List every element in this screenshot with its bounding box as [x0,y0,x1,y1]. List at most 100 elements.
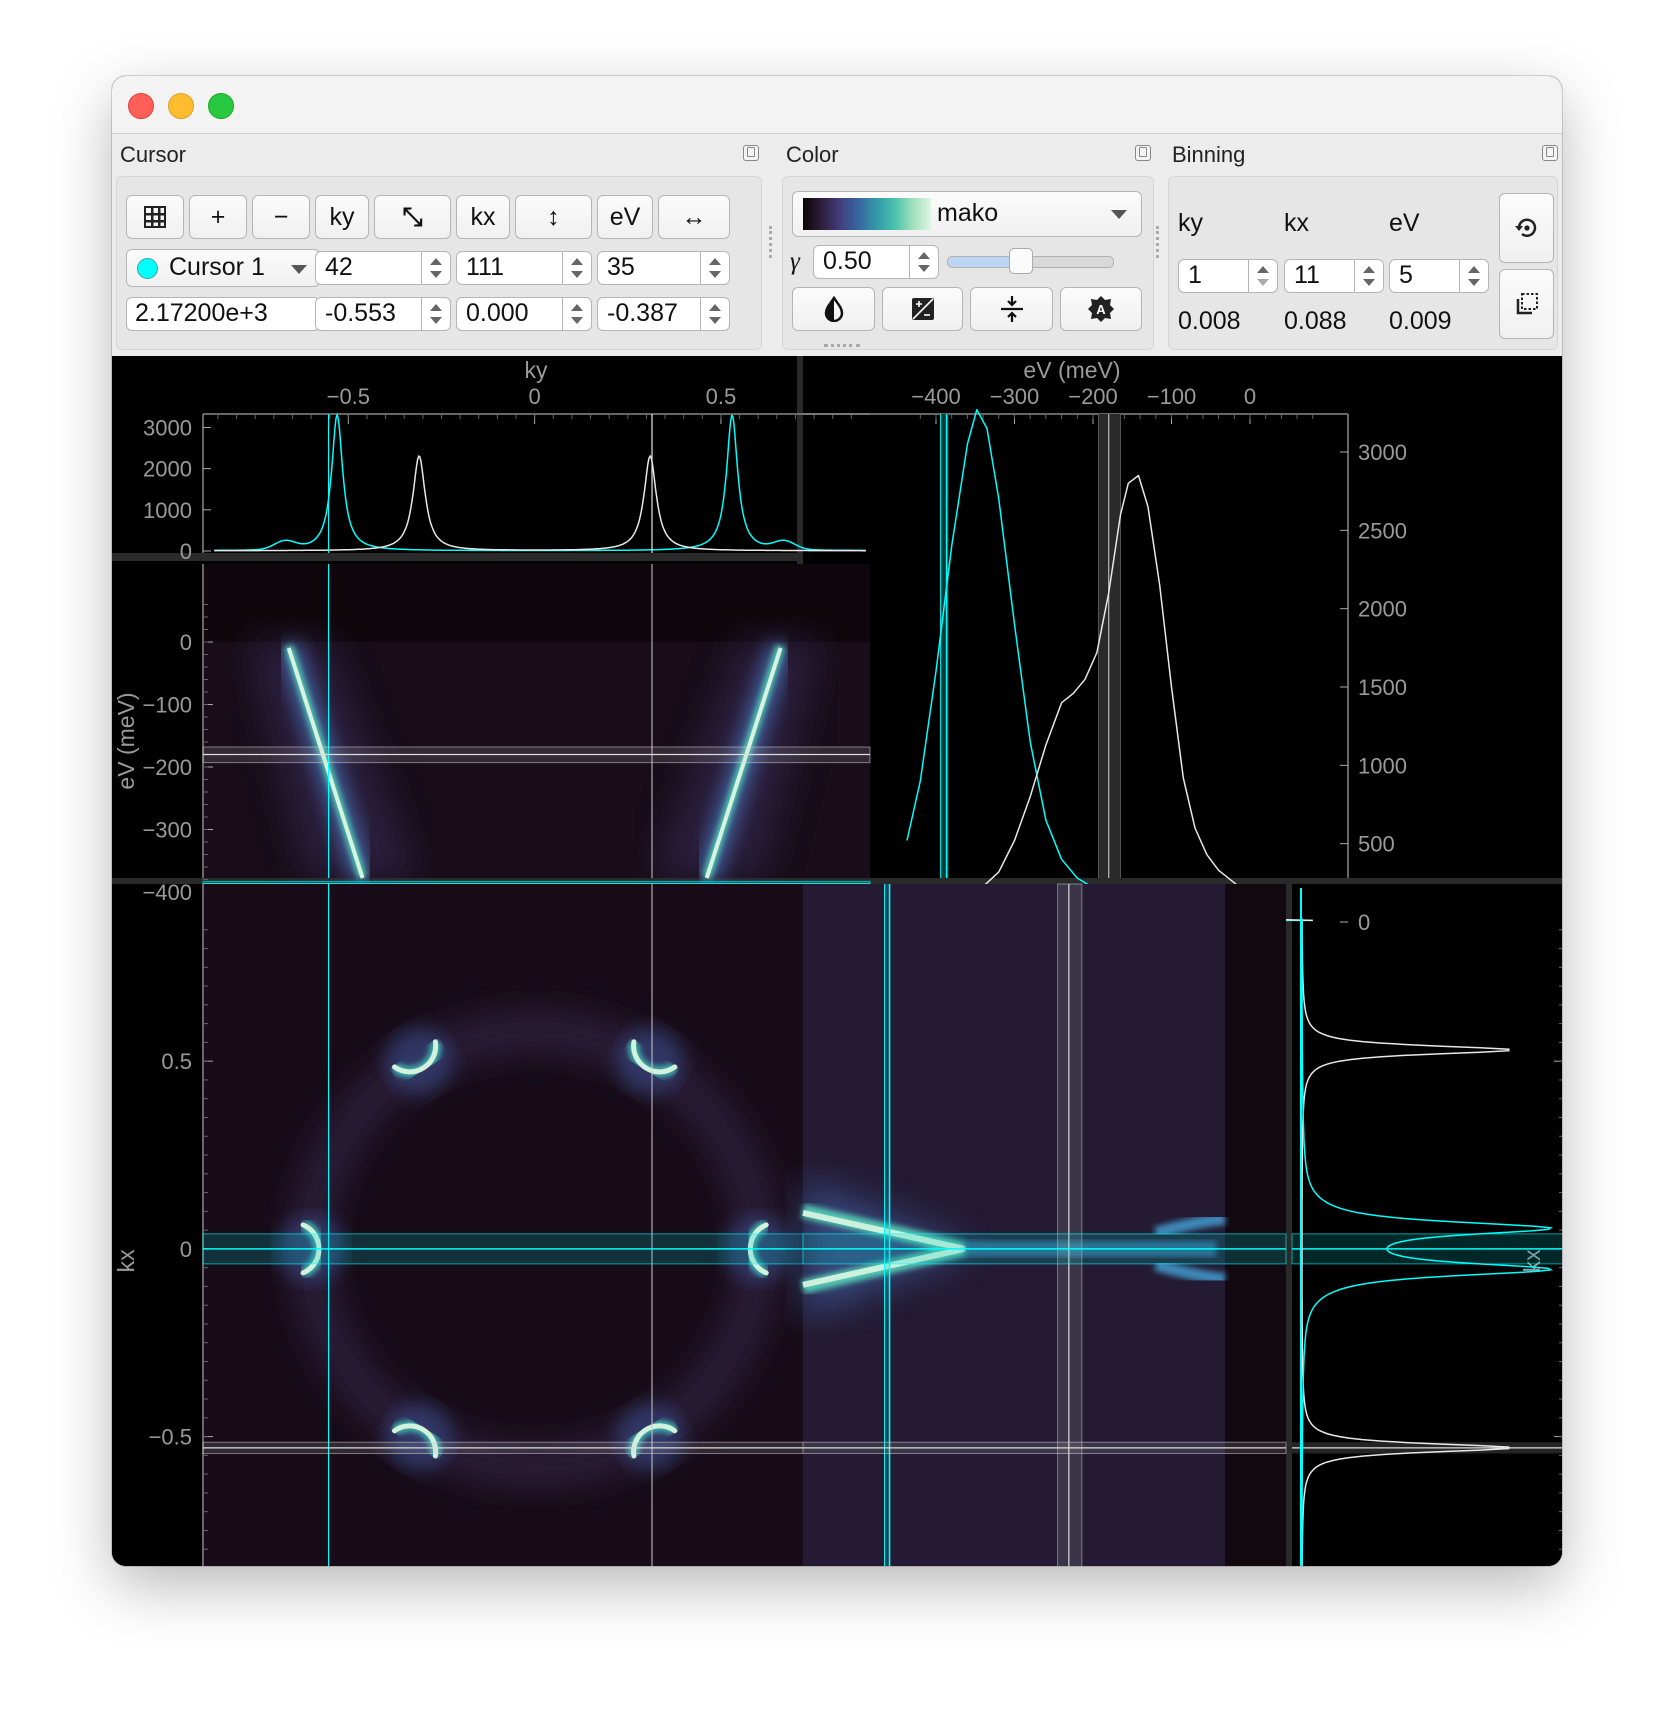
x-tick-label: −100 [1147,384,1197,409]
select-area-button[interactable] [1499,269,1554,339]
chevron-down-icon [1111,210,1127,219]
snap-kx-button[interactable]: kx [456,195,510,239]
grid-button[interactable] [126,195,184,239]
kx-index-spinbox[interactable]: 111 [456,251,592,285]
gamma-label: γ [790,248,800,275]
gamma-slider-handle[interactable] [1008,248,1033,274]
auto-brightness-button[interactable]: A [1060,287,1142,331]
above-fermi-region [203,564,870,642]
remove-cursor-button[interactable]: − [252,195,310,239]
contrast-button[interactable] [882,287,963,331]
diagonal-arrow-icon: ⤡ [402,202,423,231]
y-tick-label: −100 [142,693,192,718]
vertical-arrow-icon: ↕ [547,202,560,231]
ky-bin-spinbox[interactable]: 1 [1178,259,1278,293]
kx-bin-spinbox[interactable]: 11 [1284,259,1384,293]
cursor-band [1057,883,1083,1566]
y-tick-label: 1000 [1358,753,1407,778]
y-tick-label: 0 [1358,910,1370,935]
plots-canvas[interactable]: ky−0.5 0 0.50100020003000eV (meV)−400 −300−… [112,356,1562,1566]
gamma-spinbox[interactable]: 0.50 [813,245,939,279]
contrast-icon [911,298,934,320]
intensity-field[interactable]: 2.17200e+3 [126,297,320,331]
horizontal-arrow-icon: ↔ [681,202,707,231]
spin-arrows-icon[interactable] [421,252,450,284]
bin-label-ky: ky [1178,209,1203,237]
colormap-select[interactable]: mako [792,191,1142,237]
bin-label-kx: kx [1284,209,1309,237]
ev-index-value: 35 [607,253,635,281]
binning-controls: ky kx eV 1 11 5 0.008 0.088 0.009 [1168,176,1558,350]
reset-icon [1514,218,1536,237]
colormap-preview [803,198,931,230]
vertical-splitter-handle[interactable] [824,344,860,347]
ky-value-spinbox[interactable]: -0.553 [315,297,451,331]
color-dock-title: Color [786,142,839,167]
ev-value-spinbox[interactable]: -0.387 [597,297,730,331]
ev-bin-value: 5 [1399,261,1413,289]
select-area-icon [1516,293,1538,315]
color-dock: Color mako γ 0.50 A [778,134,1154,356]
ky-bin-value: 1 [1188,261,1202,289]
y-tick-label: 3000 [143,415,192,440]
add-cursor-button[interactable]: + [189,195,247,239]
spin-arrows-icon[interactable] [1248,260,1277,292]
vertical-arrow-button[interactable]: ↕ [515,195,592,239]
spin-arrows-icon[interactable] [700,298,729,330]
y-tick-label: −200 [142,755,192,780]
cursor-dock-float-button[interactable] [743,145,759,161]
dock-splitter-handle[interactable] [1156,226,1162,258]
ky-bin-width: 0.008 [1178,307,1241,335]
cursor-controls: + − ky ⤡ kx ↕ eV ↔ Cursor 1 42 111 35 2.… [116,176,762,350]
cursor-dock-title: Cursor [120,142,187,167]
center-zero-button[interactable] [970,287,1053,331]
spin-arrows-icon[interactable] [1459,260,1488,292]
x-tick-label: 0 [1244,384,1256,409]
y-tick-label: −300 [142,818,192,843]
x-tick-label: −200 [1068,384,1118,409]
ky-ev-heatmap: eV (meV) 0 −100 −200 −300 −400 [113,564,871,918]
bin-label-ev: eV [1389,209,1420,237]
intensity-value: 2.17200e+3 [135,299,268,327]
kx-index-value: 111 [466,253,505,281]
x-tick-label: 0 [529,384,541,409]
zoom-button[interactable] [208,93,234,119]
reset-binning-button[interactable] [1499,193,1554,263]
minimize-button[interactable] [168,93,194,119]
profile-divider [112,553,797,561]
auto-brightness-icon: A [1088,296,1114,322]
ev-index-spinbox[interactable]: 35 [597,251,730,285]
y-tick-label: 1000 [143,498,192,523]
binning-dock-title: Binning [1172,142,1246,167]
x-axis-label: ky [525,357,549,383]
cursor-select[interactable]: Cursor 1 [126,249,320,287]
kx-bin-width: 0.088 [1284,307,1347,335]
gamma-slider[interactable] [947,248,1114,274]
binning-dock-float-button[interactable] [1542,145,1558,161]
close-button[interactable] [128,93,154,119]
spin-arrows-icon[interactable] [562,252,591,284]
dock-splitter-handle[interactable] [769,226,775,258]
ev-bin-spinbox[interactable]: 5 [1389,259,1489,293]
y-tick-label: 0.5 [161,1049,192,1074]
y-tick-label: 0 [180,1237,192,1262]
spin-arrows-icon[interactable] [1354,260,1383,292]
diagonal-arrow-button[interactable]: ⤡ [374,195,451,239]
snap-ev-button[interactable]: eV [597,195,653,239]
cursor-dock: Cursor + − ky ⤡ kx ↕ eV ↔ Cursor 1 42 11… [112,134,762,356]
invert-colormap-button[interactable] [792,287,875,331]
spin-arrows-icon[interactable] [562,298,591,330]
ky-index-spinbox[interactable]: 42 [315,251,451,285]
color-dock-float-button[interactable] [1135,145,1151,161]
spin-arrows-icon[interactable] [421,298,450,330]
y-tick-label: 1500 [1358,675,1407,700]
chevron-down-icon [291,265,307,274]
horizontal-arrow-button[interactable]: ↔ [658,195,730,239]
spin-arrows-icon[interactable] [909,246,938,278]
kx-value-spinbox[interactable]: 0.000 [456,297,592,331]
y-axis-label: eV (meV) [113,692,139,789]
cursor-color-swatch [137,258,158,279]
kx-bin-value: 11 [1294,261,1320,289]
snap-ky-button[interactable]: ky [315,195,369,239]
spin-arrows-icon[interactable] [700,252,729,284]
